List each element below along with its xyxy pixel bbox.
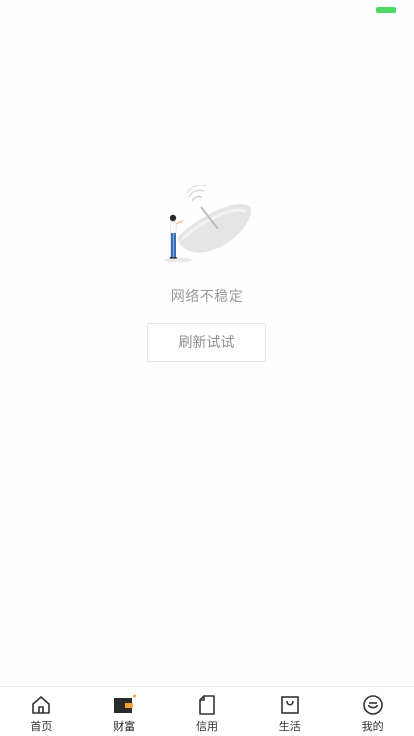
wallet-icon <box>114 694 137 713</box>
status-bar <box>0 0 414 20</box>
battery-icon <box>376 7 396 13</box>
card-icon <box>199 695 215 715</box>
tab-mine[interactable]: 我的 <box>331 687 414 736</box>
tab-home[interactable]: 首页 <box>0 687 83 736</box>
tab-label-home: 首页 <box>30 720 53 733</box>
bottom-tab-bar: 首页 财富 信用 生活 我的 <box>0 686 414 736</box>
home-icon <box>32 696 51 714</box>
tab-label-mine: 我的 <box>361 720 384 733</box>
tab-label-wealth: 财富 <box>113 720 136 733</box>
tab-label-credit: 信用 <box>195 720 218 733</box>
app-screen: 网络不稳定 刷新试试 首页 财富 信用 生活 我的 <box>0 0 414 736</box>
shopping-bag-icon <box>280 696 299 714</box>
error-message: 网络不稳定 <box>170 289 244 305</box>
satellite-dish-illustration <box>164 185 252 263</box>
refresh-button[interactable]: 刷新试试 <box>147 323 266 362</box>
tab-wealth[interactable]: 财富 <box>83 687 166 736</box>
tab-credit[interactable]: 信用 <box>166 687 249 736</box>
tab-life[interactable]: 生活 <box>248 687 331 736</box>
smiley-icon <box>362 695 383 715</box>
tab-label-life: 生活 <box>278 720 301 733</box>
